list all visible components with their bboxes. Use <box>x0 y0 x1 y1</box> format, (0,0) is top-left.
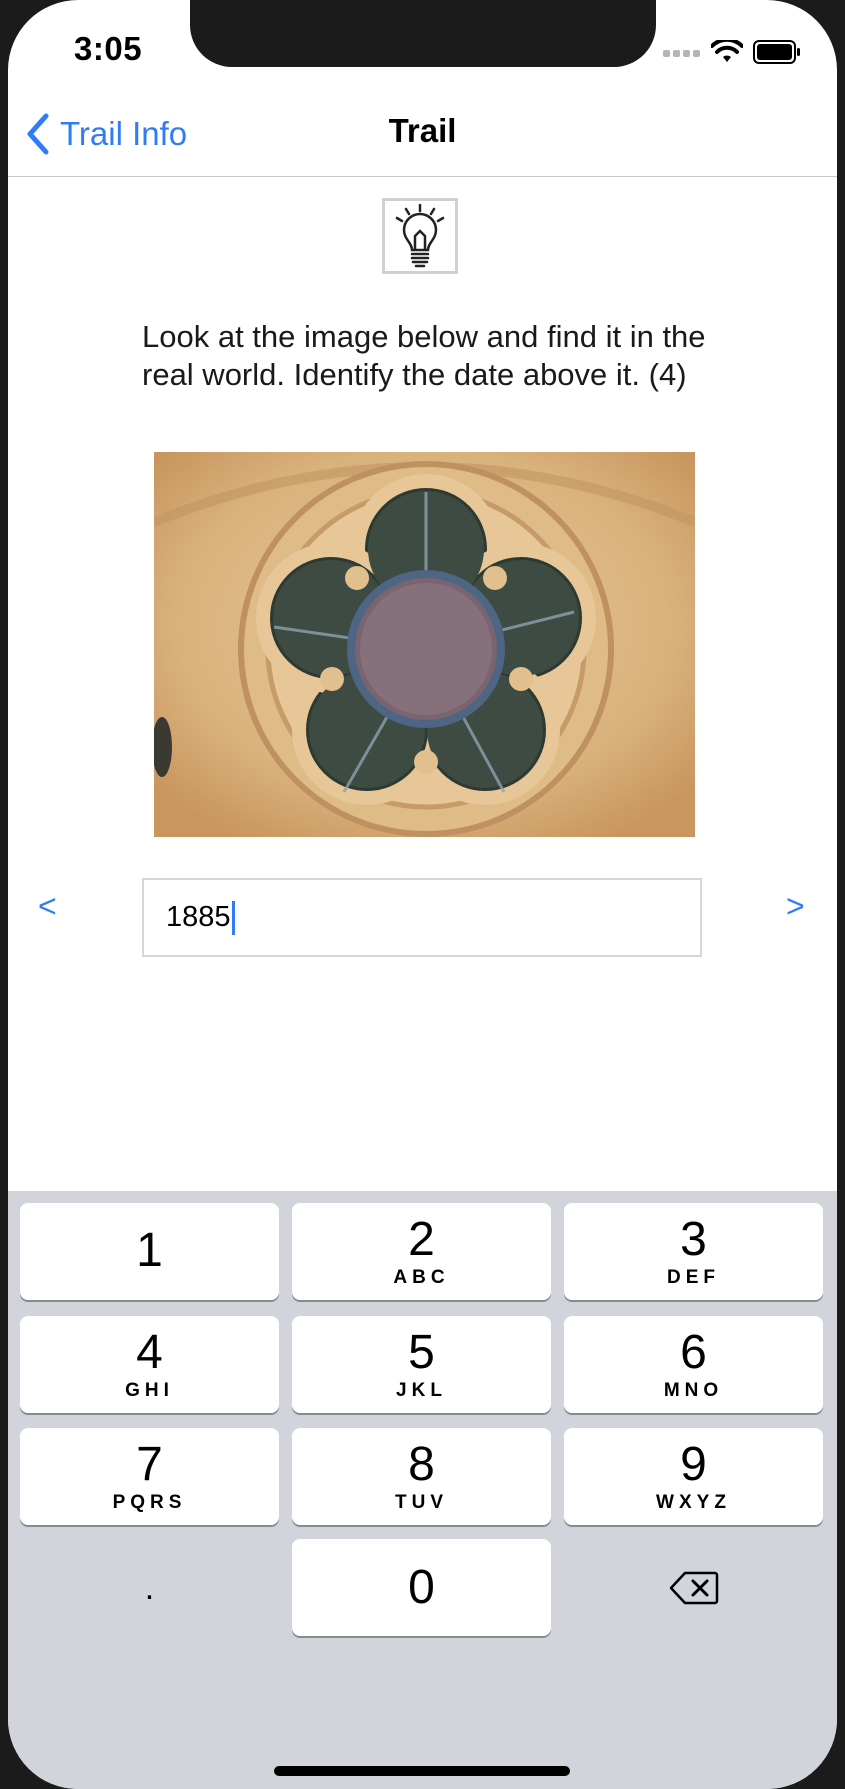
delete-button[interactable] <box>564 1539 823 1636</box>
answer-input[interactable]: 1885 <box>142 878 702 957</box>
key-digit: 5 <box>408 1325 435 1379</box>
navigation-bar: Trail Info Trail <box>8 92 837 177</box>
key-4[interactable]: 4 GHI <box>20 1316 279 1413</box>
key-8[interactable]: 8 TUV <box>292 1428 551 1525</box>
key-digit: 8 <box>408 1437 435 1491</box>
notch <box>190 0 656 67</box>
key-letters: GHI <box>125 1379 174 1401</box>
text-cursor <box>231 900 235 935</box>
key-decimal-label: . <box>144 1568 155 1607</box>
hint-button[interactable] <box>382 198 458 274</box>
key-digit: 3 <box>680 1212 707 1266</box>
wifi-icon <box>711 40 743 62</box>
key-digit: 2 <box>408 1212 435 1266</box>
status-time: 3:05 <box>74 30 143 67</box>
rose-window-photo <box>154 452 695 837</box>
phone-screen: 3:05 Trail Info Trail Look at the image … <box>8 0 837 1789</box>
key-digit: 1 <box>136 1223 163 1277</box>
key-6[interactable]: 6 MNO <box>564 1316 823 1413</box>
key-letters: WXYZ <box>656 1491 731 1513</box>
battery-icon <box>753 40 800 64</box>
key-digit: 7 <box>136 1437 163 1491</box>
key-letters: PQRS <box>112 1491 187 1513</box>
key-digit: 6 <box>680 1325 707 1379</box>
key-5[interactable]: 5 JKL <box>292 1316 551 1413</box>
number-keypad: 1 2 ABC 3 DEF 4 GHI 5 JKL 6 MNO 7 PQRS 8 <box>8 1191 837 1789</box>
key-letters: MNO <box>663 1379 724 1401</box>
key-digit: 4 <box>136 1325 163 1379</box>
key-letters: JKL <box>396 1379 447 1401</box>
key-0[interactable]: 0 <box>292 1539 551 1636</box>
key-2[interactable]: 2 ABC <box>292 1203 551 1300</box>
next-button[interactable]: > <box>786 888 805 925</box>
key-7[interactable]: 7 PQRS <box>20 1428 279 1525</box>
lightbulb-icon <box>395 203 445 268</box>
home-indicator[interactable] <box>274 1766 570 1776</box>
status-icons <box>663 38 801 66</box>
previous-button[interactable]: < <box>38 888 57 925</box>
key-letters: DEF <box>667 1266 720 1288</box>
signal-icon <box>663 50 700 57</box>
answer-value: 1885 <box>166 901 231 933</box>
key-digit: 0 <box>408 1560 435 1614</box>
page-title: Trail <box>388 112 457 149</box>
key-3[interactable]: 3 DEF <box>564 1203 823 1300</box>
key-decimal[interactable]: . <box>20 1539 279 1636</box>
key-1[interactable]: 1 <box>20 1203 279 1300</box>
backspace-icon <box>669 1571 718 1604</box>
key-9[interactable]: 9 WXYZ <box>564 1428 823 1525</box>
key-letters: ABC <box>393 1266 450 1288</box>
question-text: Look at the image below and find it in t… <box>142 319 706 392</box>
key-digit: 9 <box>680 1437 707 1491</box>
key-letters: TUV <box>395 1491 448 1513</box>
